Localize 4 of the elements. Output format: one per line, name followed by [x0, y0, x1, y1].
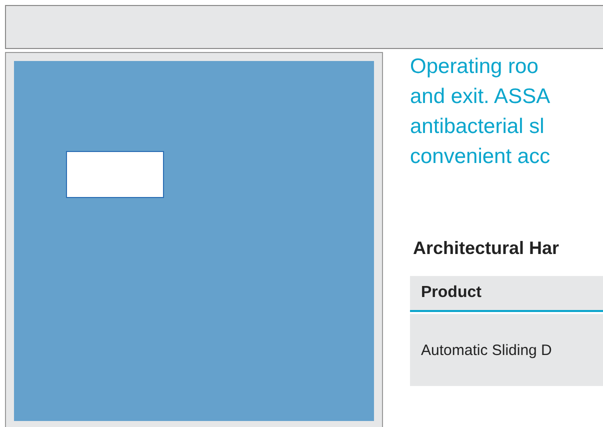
- table-cell: Automatic Sliding D: [421, 342, 552, 358]
- intro-paragraph: Operating roo and exit. ASSA antibacterial sl convenient acc: [410, 54, 552, 170]
- section-title: Architectural Har: [413, 238, 560, 259]
- column-header: Product: [421, 284, 482, 302]
